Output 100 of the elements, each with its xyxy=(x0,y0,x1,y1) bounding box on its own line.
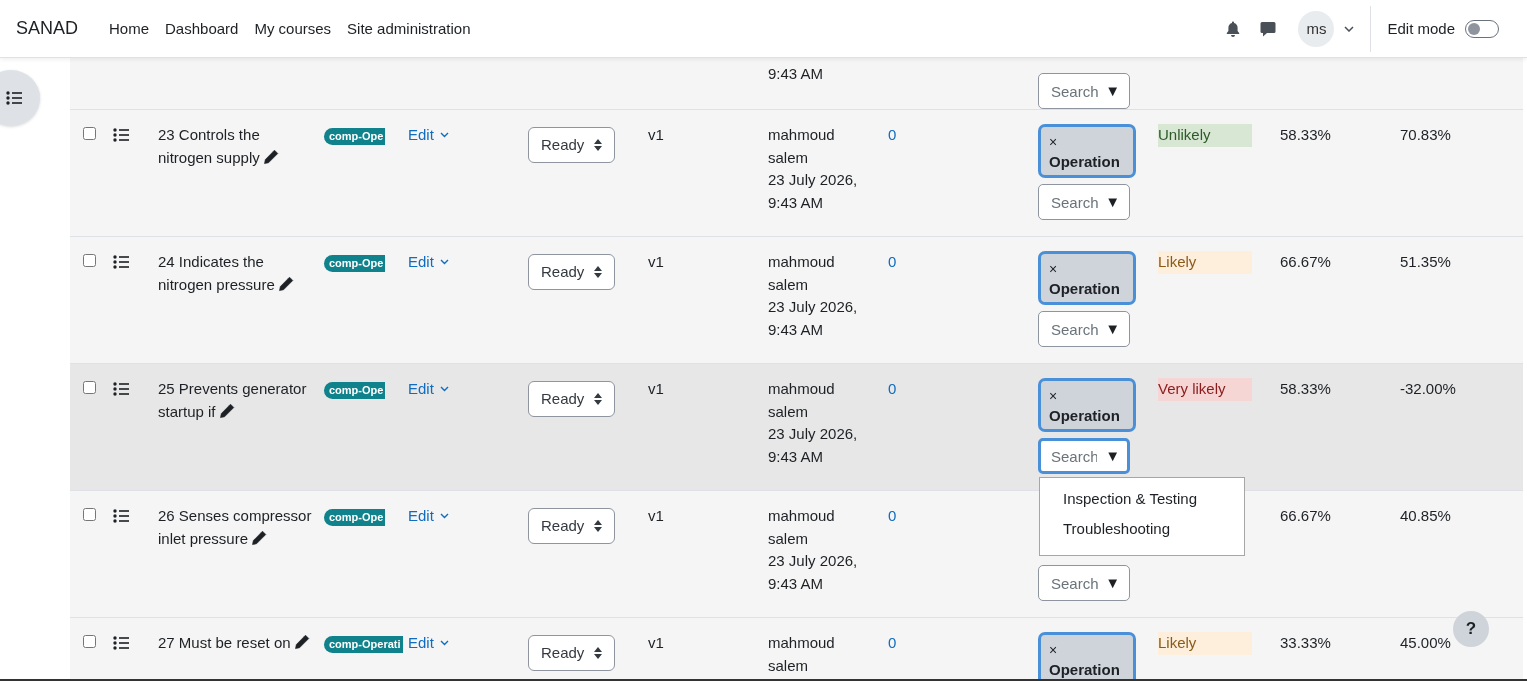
percent-text: 58.33% xyxy=(1280,125,1332,145)
category-tag: comp-Operati xyxy=(324,636,403,653)
percent-text: 33.33% xyxy=(1280,633,1332,653)
version-text: v1 xyxy=(648,379,665,399)
sort-arrows-icon[interactable] xyxy=(594,393,603,405)
site-brand[interactable]: SANAD xyxy=(16,18,78,39)
percent-text: 58.33% xyxy=(1280,379,1332,399)
caret-down-icon[interactable] xyxy=(439,513,449,520)
likelihood-label: Unlikely xyxy=(1158,124,1252,147)
likelihood-label: Likely xyxy=(1158,251,1252,274)
date-text: 9:43 AM xyxy=(768,64,825,84)
question-name: 23 Controls the nitrogen supply xyxy=(158,124,324,169)
status-select[interactable]: Ready xyxy=(528,127,616,163)
author-name: mahmoud salem xyxy=(768,379,836,422)
edit-menu-link[interactable]: Edit xyxy=(408,378,449,401)
row-checkbox[interactable] xyxy=(83,254,96,267)
status-select[interactable]: Ready xyxy=(528,254,616,290)
status-select[interactable]: Ready xyxy=(528,381,616,417)
caret-down-icon[interactable] xyxy=(439,259,449,266)
sort-arrows-icon[interactable] xyxy=(594,520,603,532)
percent-text: 40.85% xyxy=(1400,506,1452,526)
percent-text: 70.83% xyxy=(1400,125,1452,145)
list-icon[interactable] xyxy=(113,509,129,523)
tag-chip[interactable]: × Operation xyxy=(1038,124,1136,178)
percent-text: -32.00% xyxy=(1400,379,1457,399)
notification-bell-icon[interactable] xyxy=(1226,20,1241,37)
likelihood-label: Very likely xyxy=(1158,378,1252,401)
list-icon[interactable] xyxy=(113,636,129,650)
dropdown-arrow[interactable]: ▼ xyxy=(1105,191,1120,213)
nav-link[interactable]: Dashboard xyxy=(165,20,239,37)
dropdown-arrow[interactable]: ▼ xyxy=(1105,80,1120,102)
count-link[interactable]: 0 xyxy=(888,634,897,651)
count-link[interactable]: 0 xyxy=(888,507,897,524)
row-checkbox[interactable] xyxy=(83,635,96,648)
list-icon[interactable] xyxy=(113,255,129,269)
tag-chip[interactable]: × Operation xyxy=(1038,378,1136,432)
status-select[interactable]: Ready xyxy=(528,508,616,544)
pencil-icon[interactable] xyxy=(251,529,268,546)
nav-link[interactable]: My courses xyxy=(254,20,332,37)
category-tag: comp-Ope xyxy=(324,382,386,399)
author-name: mahmoud salem xyxy=(768,125,836,168)
dropdown-arrow[interactable]: ▼ xyxy=(1105,318,1120,340)
count-link[interactable]: 0 xyxy=(888,380,897,397)
question-name: 24 Indicates the nitrogen pressure xyxy=(158,251,324,296)
tag-chip[interactable]: × Operation xyxy=(1038,251,1136,305)
chat-bubble-icon[interactable] xyxy=(1260,20,1277,37)
percent-text: 66.67% xyxy=(1280,252,1332,272)
edit-menu-link[interactable]: Edit xyxy=(408,251,449,274)
question-name: 27 Must be reset on xyxy=(158,632,324,655)
percent-text: 45.00% xyxy=(1400,633,1452,653)
sort-arrows-icon[interactable] xyxy=(594,647,603,659)
author-name: mahmoud salem xyxy=(768,633,836,676)
nav-link[interactable]: Site administration xyxy=(347,20,471,37)
caret-down-icon[interactable] xyxy=(439,640,449,647)
nav-link[interactable]: Home xyxy=(109,20,150,37)
pencil-icon[interactable] xyxy=(277,275,294,292)
edit-mode-label: Edit mode xyxy=(1387,20,1455,37)
question-name: 26 Senses compressor inlet pressure xyxy=(158,506,313,549)
edit-menu-link[interactable]: Edit xyxy=(408,505,449,528)
version-text: v1 xyxy=(648,252,665,272)
pencil-icon[interactable] xyxy=(218,402,235,419)
category-tag: comp-Ope xyxy=(324,255,386,272)
count-link[interactable]: 0 xyxy=(888,253,897,270)
dropdown-arrow[interactable]: ▼ xyxy=(1105,445,1120,467)
version-text: v1 xyxy=(648,125,665,145)
category-tag: comp-Ope xyxy=(324,509,386,526)
sort-arrows-icon[interactable] xyxy=(594,266,603,278)
pencil-icon[interactable] xyxy=(262,148,279,165)
dropdown-option[interactable]: Troubleshooting xyxy=(1040,514,1244,544)
question-name: 25 Prevents generator startup if xyxy=(158,379,308,422)
sort-arrows-icon[interactable] xyxy=(594,139,603,151)
list-icon[interactable] xyxy=(113,382,129,396)
percent-text: 66.67% xyxy=(1280,506,1332,526)
category-tag: comp-Ope xyxy=(324,128,386,145)
status-select[interactable]: Ready xyxy=(528,635,616,671)
version-text: v1 xyxy=(648,633,665,653)
pencil-icon[interactable] xyxy=(293,634,310,650)
row-checkbox[interactable] xyxy=(83,508,96,521)
percent-text: 51.35% xyxy=(1400,252,1452,272)
caret-down-icon[interactable] xyxy=(439,386,449,393)
user-avatar[interactable]: ms xyxy=(1298,10,1335,47)
list-icon xyxy=(6,91,22,105)
row-checkbox[interactable] xyxy=(83,127,96,140)
author-name: mahmoud salem xyxy=(768,506,836,549)
row-checkbox[interactable] xyxy=(83,381,96,394)
date-text: 23 July 2026, 9:43 AM xyxy=(768,551,859,594)
author-name: mahmoud salem xyxy=(768,252,836,295)
dropdown-arrow[interactable]: ▼ xyxy=(1105,572,1120,594)
dropdown-option[interactable]: Inspection & Testing xyxy=(1040,484,1244,514)
chevron-down-icon[interactable] xyxy=(1344,25,1355,32)
date-text: 23 July 2026, 9:43 AM xyxy=(768,297,859,340)
date-text: 23 July 2026, 9:43 AM xyxy=(768,424,859,467)
tag-chip[interactable]: × Operation xyxy=(1038,632,1136,679)
caret-down-icon[interactable] xyxy=(439,132,449,139)
version-text: v1 xyxy=(648,506,665,526)
count-link[interactable]: 0 xyxy=(888,126,897,143)
likelihood-label: Likely xyxy=(1158,632,1252,655)
edit-menu-link[interactable]: Edit xyxy=(408,632,449,655)
edit-menu-link[interactable]: Edit xyxy=(408,124,449,147)
list-icon[interactable] xyxy=(113,128,129,142)
